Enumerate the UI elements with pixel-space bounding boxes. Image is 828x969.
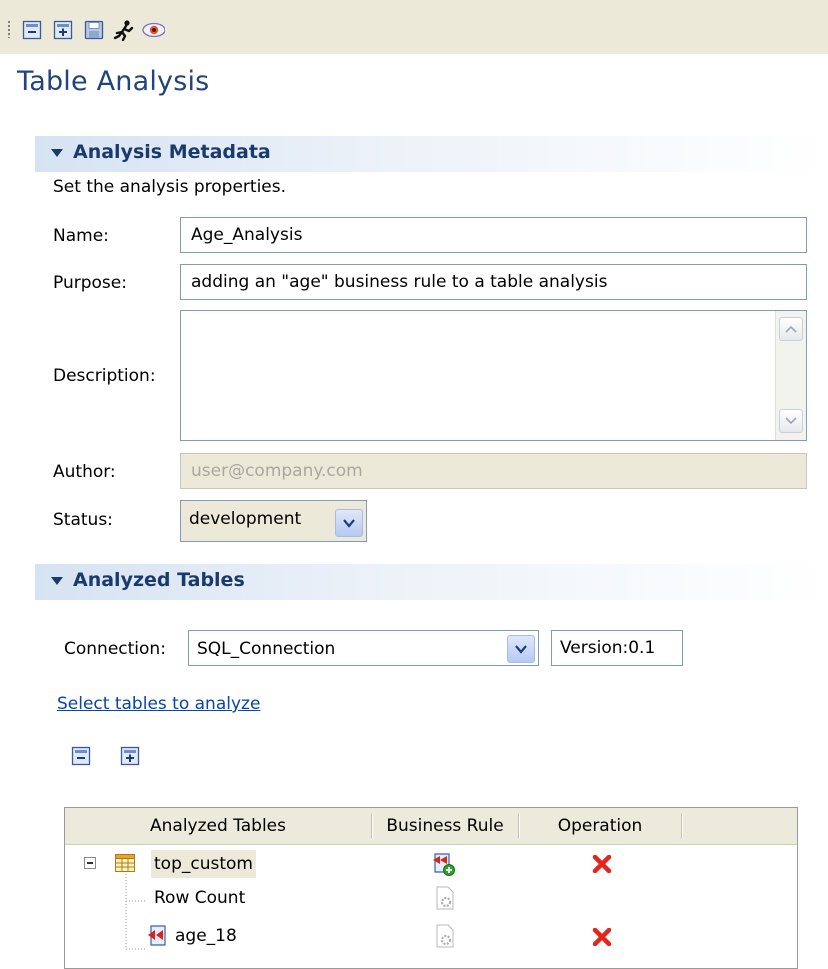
purpose-field[interactable]: adding an "age" business rule to a table… xyxy=(180,264,807,300)
column-header-operation[interactable]: Operation xyxy=(519,808,681,844)
view-button[interactable] xyxy=(141,18,165,42)
column-separator[interactable] xyxy=(681,813,682,839)
toolbar-grip[interactable] xyxy=(8,20,10,38)
author-field: user@company.com xyxy=(180,453,807,489)
save-button[interactable] xyxy=(82,18,106,42)
select-tables-link[interactable]: Select tables to analyze xyxy=(57,694,260,714)
status-dropdown-button[interactable] xyxy=(335,509,363,537)
row-name: age_18 xyxy=(175,926,237,946)
tree-expand-button[interactable] xyxy=(118,744,142,768)
version-field: Version:0.1 xyxy=(551,630,683,666)
analysis-metadata-header[interactable]: Analysis Metadata xyxy=(35,136,828,172)
author-label: Author: xyxy=(53,462,116,482)
chevron-up-icon xyxy=(785,325,797,333)
business-rule-doc-icon[interactable] xyxy=(436,924,454,948)
purpose-label: Purpose: xyxy=(53,273,127,293)
status-value: development xyxy=(189,509,302,529)
run-button[interactable] xyxy=(112,18,136,42)
page-title: Table Analysis xyxy=(17,66,210,97)
chevron-down-icon xyxy=(785,417,797,425)
name-label: Name: xyxy=(53,226,109,246)
chevron-down-icon xyxy=(515,644,527,654)
description-field[interactable] xyxy=(180,310,807,441)
save-icon xyxy=(84,20,104,40)
connection-value: SQL_Connection xyxy=(197,639,336,659)
section-title: Analyzed Tables xyxy=(73,569,245,591)
collapse-all-icon xyxy=(71,746,91,766)
collapse-all-icon xyxy=(22,20,42,40)
analyzed-tables-header[interactable]: Analyzed Tables xyxy=(35,564,828,600)
tree-collapse-toggle[interactable] xyxy=(84,857,96,869)
table-icon xyxy=(115,854,135,872)
description-label: Description: xyxy=(53,366,156,386)
table-row[interactable]: Row Count xyxy=(65,886,795,914)
tree-collapse-button[interactable] xyxy=(69,744,93,768)
expand-all-button[interactable] xyxy=(51,18,75,42)
delete-icon[interactable] xyxy=(592,928,612,946)
name-field[interactable]: Age_Analysis xyxy=(180,217,807,253)
expand-all-icon xyxy=(120,746,140,766)
eye-icon xyxy=(142,22,165,38)
status-label: Status: xyxy=(53,510,113,530)
scroll-down-button[interactable] xyxy=(779,409,803,433)
business-rule-icon xyxy=(148,925,166,946)
editor-toolbar xyxy=(0,0,828,54)
description-scrollbar[interactable] xyxy=(775,311,806,440)
section-subtitle: Set the analysis properties. xyxy=(53,177,287,197)
table-header: Analyzed Tables Business Rule Operation xyxy=(65,808,797,845)
analyzed-tables-table[interactable]: Analyzed Tables Business Rule Operation … xyxy=(64,807,798,969)
connection-label: Connection: xyxy=(64,639,166,659)
delete-icon[interactable] xyxy=(592,855,612,873)
expand-all-icon xyxy=(53,20,73,40)
description-text xyxy=(181,311,806,323)
column-header-business-rule[interactable]: Business Rule xyxy=(372,808,518,844)
run-icon xyxy=(113,20,134,41)
column-header-analyzed-tables[interactable]: Analyzed Tables xyxy=(65,808,371,844)
add-business-rule-icon[interactable] xyxy=(431,851,457,877)
row-name: Row Count xyxy=(154,888,246,908)
connection-dropdown[interactable]: SQL_Connection xyxy=(188,630,539,666)
scroll-up-button[interactable] xyxy=(779,317,803,341)
section-title: Analysis Metadata xyxy=(73,141,271,163)
connection-dropdown-button[interactable] xyxy=(507,635,535,663)
table-row[interactable]: top_custom xyxy=(65,850,795,880)
collapse-all-button[interactable] xyxy=(20,18,44,42)
section-expanded-icon xyxy=(51,577,63,585)
status-dropdown[interactable]: development xyxy=(180,500,367,542)
chevron-down-icon xyxy=(343,518,355,528)
table-row[interactable]: age_18 xyxy=(65,922,795,952)
tree-connector-lines xyxy=(125,874,145,950)
section-expanded-icon xyxy=(51,149,63,157)
row-name: top_custom xyxy=(151,850,256,878)
business-rule-doc-icon[interactable] xyxy=(436,886,454,910)
minus-icon xyxy=(87,862,93,864)
